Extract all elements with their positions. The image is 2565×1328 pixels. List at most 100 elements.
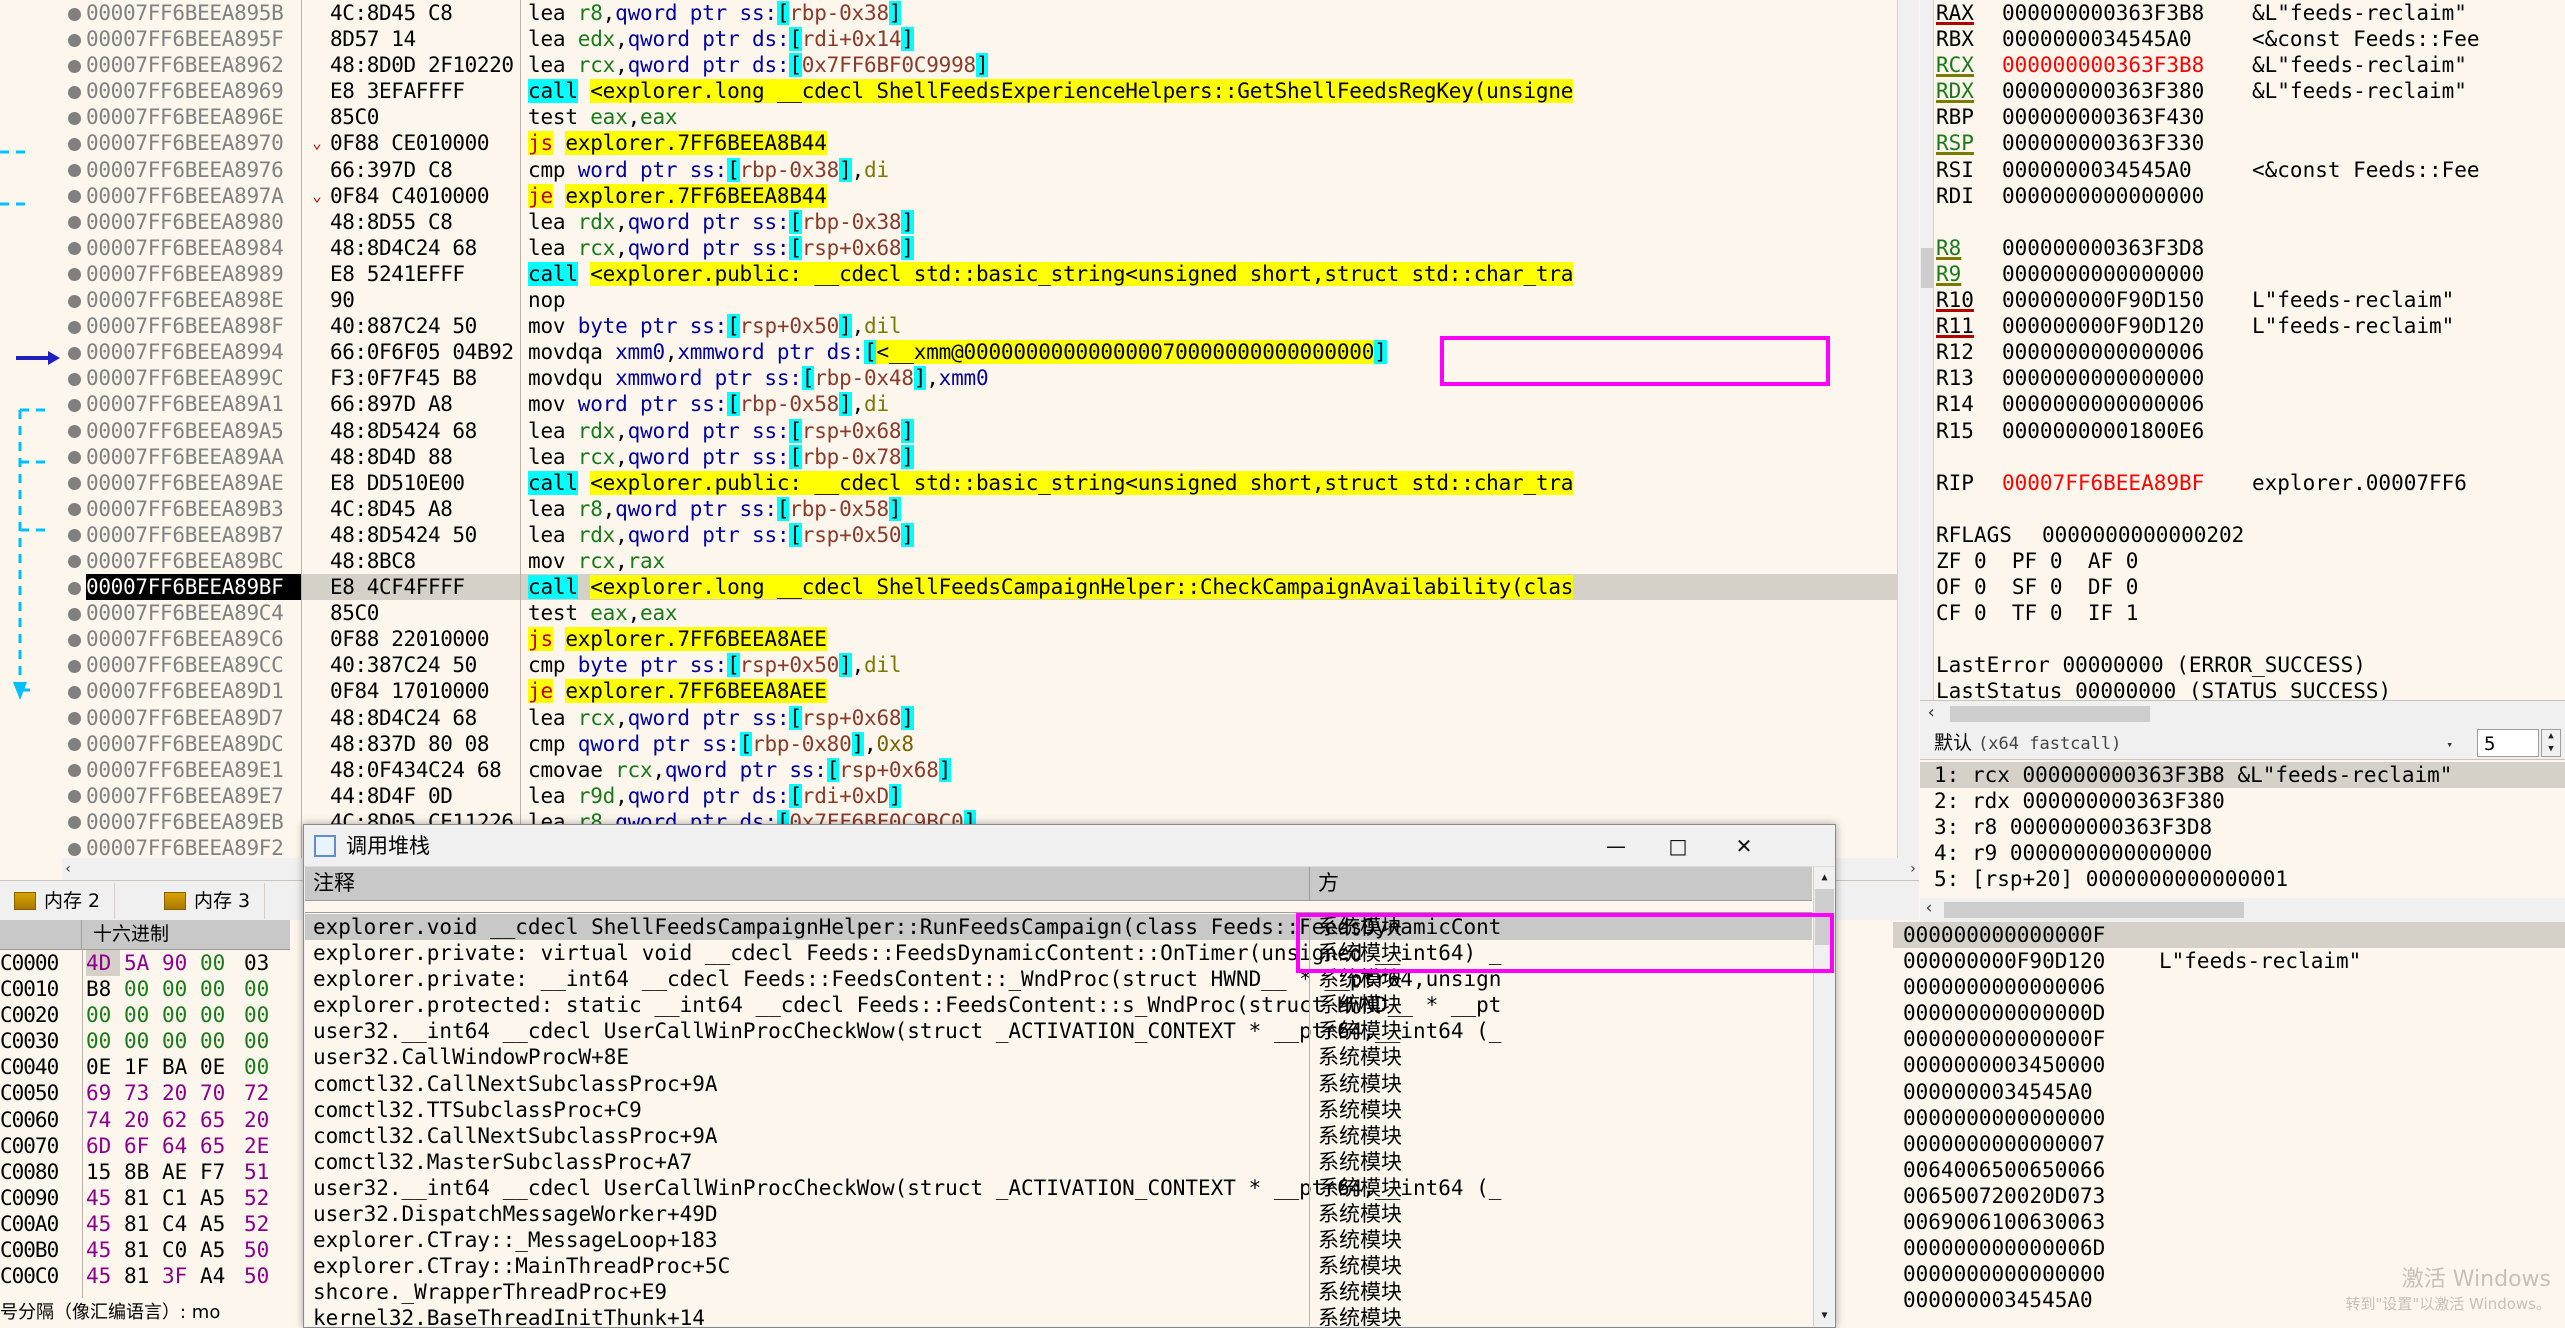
call-stack-row[interactable]: user32.CallWindowProcW+8E系统模块 [305,1044,1812,1070]
memory-byte[interactable]: 6D [86,1133,120,1159]
register-row[interactable]: RBP000000000363F430 [1922,104,2565,130]
memory-byte[interactable]: 45 [86,1263,120,1289]
call-stack-row[interactable]: comctl32.TTSubclassProc+C9系统模块 [305,1097,1812,1123]
registers-scroll-thumb[interactable] [1921,248,1933,288]
reg-row-rip[interactable]: RIP00007FF6BEEA89BFexplorer.00007FF6 [1922,470,2565,496]
register-row[interactable]: R8000000000363F3D8 [1922,235,2565,261]
register-value[interactable]: 000000000363F3B8 [2002,0,2252,26]
breakpoint-dot-icon[interactable] [62,26,86,52]
memory-byte[interactable]: C1 [162,1185,196,1211]
flag-row[interactable]: OF 0 SF 0 DF 0 [1922,574,2565,600]
flag-row[interactable]: CF 0 TF 0 IF 1 [1922,600,2565,626]
memory-byte[interactable]: 00 [162,1028,196,1054]
memory-dump-row[interactable]: C00904581C1A552 [0,1185,290,1211]
argument-row[interactable]: 2: rdx 000000000363F380 [1920,788,2565,814]
memory-byte[interactable]: 62 [162,1107,196,1133]
memory-byte[interactable]: 00 [162,976,196,1002]
memory-byte[interactable]: 00 [200,1002,234,1028]
memory-dump-row[interactable]: C00B04581C0A550 [0,1237,290,1263]
memory-dump-row[interactable]: C00506973207072 [0,1080,290,1106]
memory-dump-row[interactable]: C0010B800000000 [0,976,290,1002]
register-value[interactable]: 0000000000000000 [2002,261,2252,287]
memory-byte[interactable]: 00 [200,976,234,1002]
breakpoint-dot-icon[interactable] [62,522,86,548]
memory-byte[interactable]: 00 [200,1028,234,1054]
disassembly-row[interactable]: 00007FF6BEEA8969E8 3EFAFFFFcall <explore… [0,78,1919,104]
memory-byte[interactable]: B8 [86,976,120,1002]
disassembly-row[interactable]: 00007FF6BEEA898F40:887C24 50mov byte ptr… [0,313,1919,339]
disassembly-vertical-scrollbar[interactable] [1897,0,1919,858]
memory-byte[interactable]: 15 [86,1159,120,1185]
stack-dump-row[interactable]: 000000000F90D120L"feeds-reclaim" [1893,948,2565,974]
breakpoint-dot-icon[interactable] [62,339,86,365]
stack-dump-row[interactable]: 0000000000000000 [1893,1105,2565,1131]
registers-panel[interactable]: RAX000000000363F3B8&L"feeds-reclaim"RBX0… [1920,0,2565,700]
call-stack-row[interactable]: user32.__int64 __cdecl UserCallWinProcCh… [305,1018,1812,1044]
breakpoint-dot-icon[interactable] [62,678,86,704]
disassembly-row[interactable]: 00007FF6BEEA89D748:8D4C24 68lea rcx,qwor… [0,705,1919,731]
memory-byte[interactable]: 00 [244,1002,278,1028]
disassembly-row[interactable]: 00007FF6BEEA896248:8D0D 2F10220lea rcx,q… [0,52,1919,78]
call-stack-row[interactable]: explorer.protected: static __int64 __cde… [305,992,1812,1018]
memory-byte[interactable]: 00 [244,976,278,1002]
memory-byte[interactable]: 64 [162,1133,196,1159]
breakpoint-dot-icon[interactable] [62,626,86,652]
stepper-down-icon[interactable]: ▼ [2542,743,2560,756]
arg-count-stepper[interactable]: ▲ ▼ [2541,729,2561,757]
memory-byte[interactable]: 69 [86,1080,120,1106]
scroll-down-icon[interactable]: ▼ [1814,1305,1835,1326]
memory-byte[interactable]: 81 [124,1211,158,1237]
memory-byte[interactable]: 00 [244,1054,278,1080]
register-value[interactable]: 000000000363F330 [2002,130,2252,156]
memory-dump-row[interactable]: C00300000000000 [0,1028,290,1054]
register-row[interactable]: R11000000000F90D120L"feeds-reclaim" [1922,313,2565,339]
call-stack-row[interactable]: comctl32.CallNextSubclassProc+9A系统模块 [305,1123,1812,1149]
call-stack-vertical-scrollbar[interactable]: ▲ ▼ [1813,867,1834,1326]
flag-value[interactable]: 0 [2126,575,2139,599]
breakpoint-dot-icon[interactable] [62,470,86,496]
register-row[interactable]: R130000000000000000 [1922,365,2565,391]
memory-byte[interactable]: 00 [162,1002,196,1028]
register-value[interactable]: 0000000000000006 [2002,339,2252,365]
memory-byte[interactable]: 70 [200,1080,234,1106]
call-stack-row[interactable]: explorer.CTray::_MessageLoop+183系统模块 [305,1227,1812,1253]
memory-byte[interactable]: 4D [86,950,120,976]
register-row[interactable]: RBX0000000034545A0<&const Feeds::Fee [1922,26,2565,52]
disassembly-row[interactable]: 00007FF6BEEA898E90nop [0,287,1919,313]
register-row[interactable]: RDI0000000000000000 [1922,183,2565,209]
breakpoint-dot-icon[interactable] [62,261,86,287]
flag-value[interactable]: 0 [1974,601,1987,625]
stack-dump-row[interactable]: 0000000003450000 [1893,1052,2565,1078]
register-row[interactable]: R140000000000000006 [1922,391,2565,417]
breakpoint-dot-icon[interactable] [62,157,86,183]
memory-byte[interactable]: 45 [86,1237,120,1263]
flag-row[interactable]: ZF 0 PF 0 AF 0 [1922,548,2565,574]
memory-byte[interactable]: F7 [200,1159,234,1185]
memory-byte[interactable]: 1F [124,1054,158,1080]
scroll-right-icon[interactable]: › [1909,858,1917,880]
disassembly-row[interactable]: 00007FF6BEEA89AEE8 DD510E00call <explore… [0,470,1919,496]
breakpoint-dot-icon[interactable] [62,731,86,757]
memory-byte[interactable]: 6F [124,1133,158,1159]
memory-byte[interactable]: 20 [244,1107,278,1133]
memory-dump-row[interactable]: C00400E1FBA0E00 [0,1054,290,1080]
memory-byte[interactable]: 0E [86,1054,120,1080]
breakpoint-dot-icon[interactable] [62,130,86,156]
breakpoint-dot-icon[interactable] [62,600,86,626]
memory-byte[interactable]: A5 [200,1211,234,1237]
call-stack-row[interactable]: explorer.private: virtual void __cdecl F… [305,940,1812,966]
stack-dump-row[interactable]: 0000000034545A0 [1893,1079,2565,1105]
last-status-row[interactable]: LastStatus 00000000 (STATUS_SUCCESS) [1922,678,2565,700]
register-row[interactable]: RAX000000000363F3B8&L"feeds-reclaim" [1922,0,2565,26]
call-stack-row[interactable]: user32.__int64 __cdecl UserCallWinProcCh… [305,1175,1812,1201]
reg-row-rflags[interactable]: RFLAGS0000000000000202 [1922,522,2565,548]
args-scroll-left-icon[interactable]: ‹ [1924,898,1934,918]
stepper-up-icon[interactable]: ▲ [2542,730,2560,743]
memory-dump-row[interactable]: C00004D5A900003 [0,950,290,976]
arguments-horizontal-scrollbar[interactable]: ‹ [1920,898,2565,922]
memory-byte[interactable]: 74 [86,1107,120,1133]
memory-byte[interactable]: 20 [124,1107,158,1133]
calling-convention-select[interactable]: 默认 (x64 fastcall) [1928,728,2448,758]
disassembly-row[interactable]: 00007FF6BEEA895F8D57 14lea edx,qword ptr… [0,26,1919,52]
arg-count-input[interactable]: 5 [2477,729,2539,757]
